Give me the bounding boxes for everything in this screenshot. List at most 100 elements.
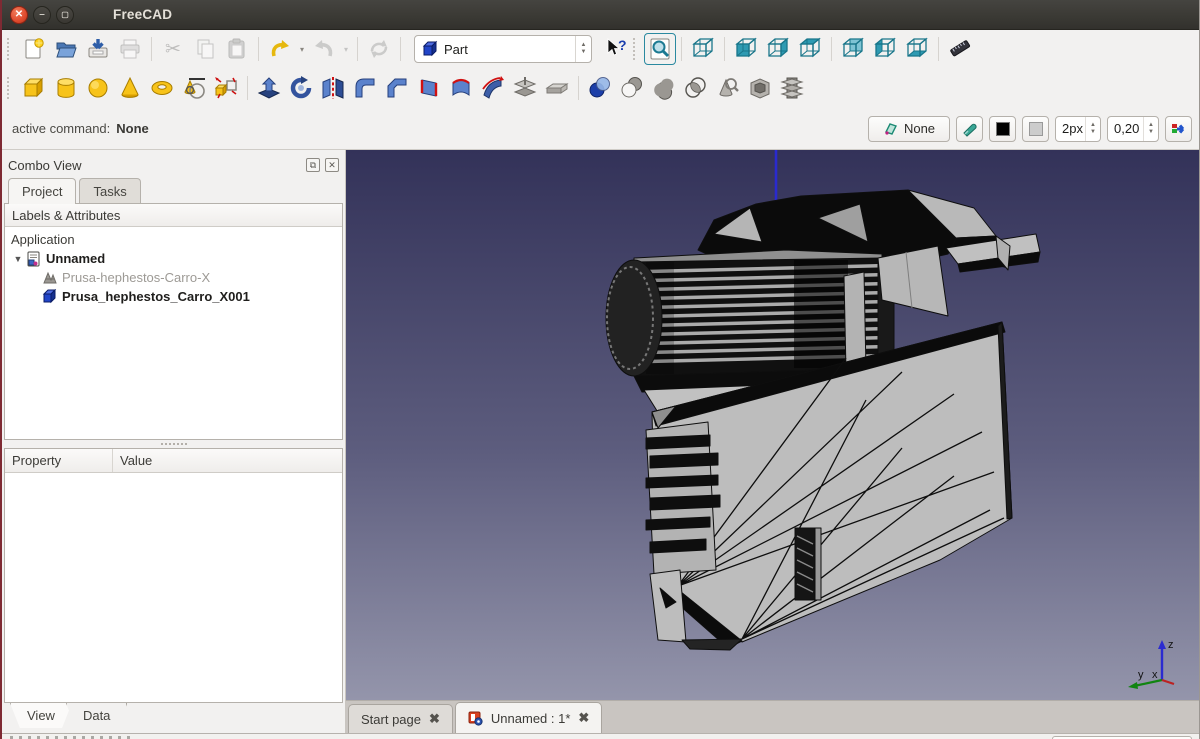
freecad-logo-icon (468, 711, 483, 726)
status-bar (0, 733, 1200, 739)
print-icon[interactable] (114, 33, 146, 65)
value-column-header[interactable]: Value (113, 449, 342, 472)
toolbar-grip[interactable] (7, 77, 13, 99)
copy-icon[interactable] (189, 33, 221, 65)
cut-icon[interactable]: ✂ (157, 33, 189, 65)
boolean-intersection-icon[interactable] (680, 72, 712, 104)
construction-mode-button[interactable] (956, 116, 983, 142)
undo-icon[interactable] (264, 33, 296, 65)
make-face-from-wires-icon[interactable] (413, 72, 445, 104)
paste-icon[interactable] (221, 33, 253, 65)
save-document-icon[interactable] (82, 33, 114, 65)
window-border-left (0, 0, 2, 739)
command-bar: active command: None None 2px ▲▼ 0,20 ▲▼ (0, 108, 1200, 150)
workbench-selector[interactable]: Part ▲▼ (414, 35, 592, 63)
svg-text:y: y (1138, 669, 1144, 681)
property-table-body[interactable] (5, 473, 342, 702)
window-minimize-button[interactable]: – (33, 6, 51, 24)
torus-icon[interactable] (146, 72, 178, 104)
shape-builder-icon[interactable] (210, 72, 242, 104)
scale-spinbox[interactable]: 0,20 ▲▼ (1107, 116, 1159, 142)
workbench-value: Part (439, 42, 575, 57)
line-color-swatch (996, 122, 1010, 136)
tree-item-document[interactable]: ▼ Unnamed (11, 249, 342, 268)
svg-text:?: ? (618, 37, 627, 53)
property-column-header[interactable]: Property (5, 449, 113, 472)
tab-start-page[interactable]: Start page ✖ (348, 704, 453, 733)
panel-splitter[interactable] (4, 440, 343, 448)
redo-icon[interactable] (308, 33, 340, 65)
tab-data[interactable]: Data (66, 703, 127, 729)
tab-view[interactable]: View (10, 703, 72, 729)
draft-tray: None 2px ▲▼ 0,20 ▲▼ (868, 116, 1192, 142)
rear-view-icon[interactable] (837, 33, 869, 65)
sphere-icon[interactable] (82, 72, 114, 104)
undo-dropdown-icon[interactable]: ▾ (296, 45, 308, 54)
extrude-icon[interactable] (253, 72, 285, 104)
face-color-button[interactable] (1022, 116, 1049, 142)
cross-section-icon[interactable] (509, 72, 541, 104)
bottom-view-icon[interactable] (901, 33, 933, 65)
right-view-icon[interactable] (762, 33, 794, 65)
redo-dropdown-icon[interactable]: ▾ (340, 45, 352, 54)
measure-distance-icon[interactable] (944, 33, 976, 65)
left-view-icon[interactable] (869, 33, 901, 65)
fillet-icon[interactable] (349, 72, 381, 104)
tree-header: Labels & Attributes (5, 204, 342, 227)
sweep-icon[interactable] (477, 72, 509, 104)
cone-icon[interactable] (114, 72, 146, 104)
thickness-icon[interactable] (744, 72, 776, 104)
tab-document-unnamed[interactable]: Unnamed : 1* ✖ (455, 702, 602, 733)
boolean-operation-icon[interactable] (584, 72, 616, 104)
create-primitives-icon[interactable] (178, 72, 210, 104)
3d-model (346, 150, 1198, 693)
tree-root-application[interactable]: Application (11, 230, 342, 249)
boolean-union-icon[interactable] (648, 72, 680, 104)
active-command-label: active command: (12, 121, 110, 136)
face-color-swatch (1029, 122, 1043, 136)
refresh-icon[interactable] (363, 33, 395, 65)
combo-view-title: Combo View (8, 158, 301, 173)
offset-icon[interactable] (541, 72, 573, 104)
whats-this-icon[interactable]: ? (600, 33, 632, 65)
axonometric-view-icon[interactable] (687, 33, 719, 65)
tab-tasks[interactable]: Tasks (79, 178, 140, 204)
3d-viewport[interactable]: z y x (346, 150, 1200, 700)
chamfer-icon[interactable] (381, 72, 413, 104)
plane-icon (883, 121, 899, 137)
cylinder-icon[interactable] (50, 72, 82, 104)
tree-expand-icon[interactable]: ▼ (11, 254, 25, 264)
top-view-icon[interactable] (794, 33, 826, 65)
tab-close-icon[interactable]: ✖ (429, 711, 440, 727)
box-icon[interactable] (18, 72, 50, 104)
revolve-icon[interactable] (285, 72, 317, 104)
window-maximize-button[interactable]: ▢ (56, 6, 74, 24)
line-color-button[interactable] (989, 116, 1016, 142)
mirror-icon[interactable] (317, 72, 349, 104)
cross-sections-icon[interactable] (776, 72, 808, 104)
front-view-icon[interactable] (730, 33, 762, 65)
toolbar-grip[interactable] (7, 38, 13, 60)
tab-close-icon[interactable]: ✖ (578, 710, 589, 726)
line-width-spinbox[interactable]: 2px ▲▼ (1055, 116, 1101, 142)
viewport-column: z y x Start page ✖ Unnamed : 1* ✖ (345, 150, 1200, 733)
check-geometry-icon[interactable] (712, 72, 744, 104)
tree-item-mesh-hidden[interactable]: Prusa-hephestos-Carro-X (11, 268, 342, 287)
workbench-spinner[interactable]: ▲▼ (575, 36, 591, 62)
open-document-icon[interactable] (50, 33, 82, 65)
tree-item-solid[interactable]: Prusa_hephestos_Carro_X001 (11, 287, 342, 306)
apply-style-button[interactable] (1165, 116, 1192, 142)
toolbar-grip[interactable] (633, 38, 639, 60)
ruled-surface-icon[interactable] (445, 72, 477, 104)
boolean-cut-icon[interactable] (616, 72, 648, 104)
working-plane-button[interactable]: None (868, 116, 950, 142)
float-panel-icon[interactable]: ⧉ (306, 158, 320, 172)
new-document-icon[interactable] (18, 33, 50, 65)
close-panel-icon[interactable]: ✕ (325, 158, 339, 172)
toolbar-file-view: ✂ ▾ ▾ Part ▲▼ ? (0, 30, 1200, 68)
property-mode-tabs: View Data (4, 703, 343, 733)
tab-project[interactable]: Project (8, 178, 76, 204)
combo-view-titlebar[interactable]: Combo View ⧉ ✕ (4, 152, 343, 178)
window-close-button[interactable]: ✕ (10, 6, 28, 24)
fit-all-icon[interactable] (644, 33, 676, 65)
